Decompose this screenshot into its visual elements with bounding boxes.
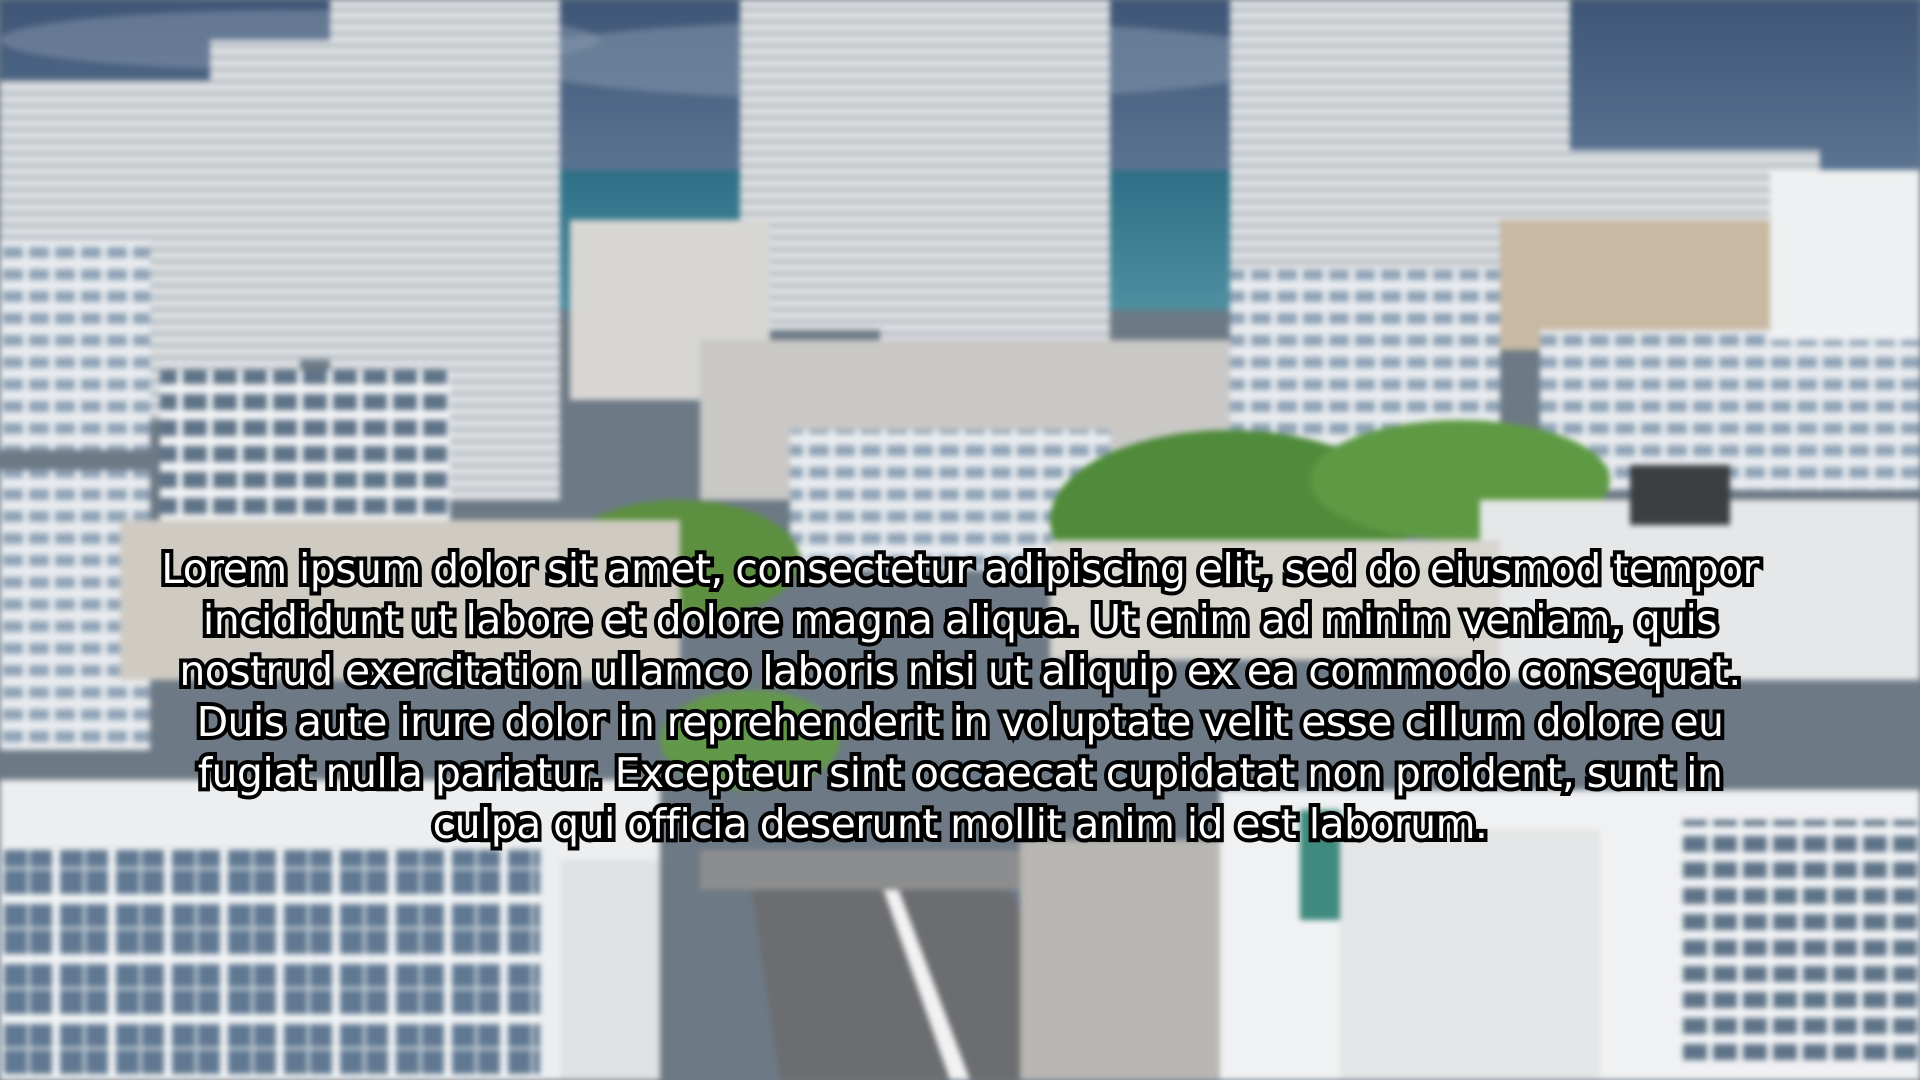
subtitle-line-5: fugiat nulla pariatur. Excepteur sint oc…	[194, 745, 1727, 801]
subtitle-caption: Lorem ipsum dolor sit amet, consectetur …	[60, 541, 1860, 852]
city-background-image	[0, 0, 1920, 1080]
subtitle-line-4: Duis aute irure dolor in reprehenderit i…	[193, 694, 1728, 750]
subtitle-line-1: Lorem ipsum dolor sit amet, consectetur …	[157, 541, 1763, 597]
video-frame	[0, 0, 1920, 1080]
subtitle-line-2: incididunt ut labore et dolore magna ali…	[199, 592, 1722, 648]
subtitle-line-3: nostrud exercitation ullamco laboris nis…	[175, 643, 1745, 699]
subtitle-line-6: culpa qui officia deserunt mollit anim i…	[429, 796, 1492, 852]
